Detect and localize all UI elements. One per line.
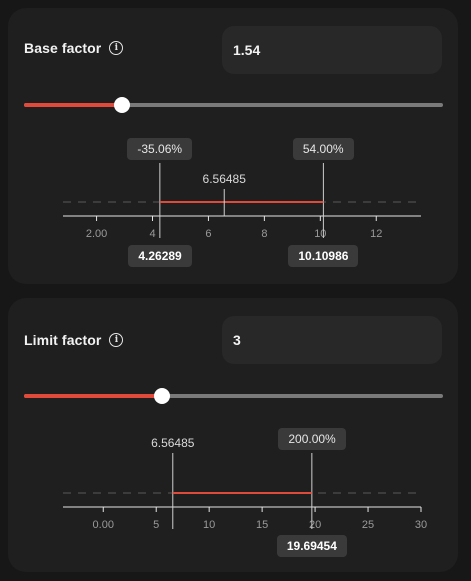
base-tick-label: 2.00: [86, 228, 107, 240]
limit-tick-label: 20: [309, 519, 321, 531]
base-pct-low-tag: -35.06%: [127, 138, 193, 160]
base-tick-label: 8: [261, 228, 267, 240]
limit-tick-label: 25: [362, 519, 374, 531]
base-tick-label: 6: [205, 228, 211, 240]
limit-high-value-text: 19.69454: [286, 539, 337, 553]
base-tick-label: 10: [314, 228, 326, 240]
base-low-value-text: 4.26289: [138, 249, 182, 263]
limit-factor-range-chart: 0.00 5 10 15 20 25 30 6.56485: [63, 436, 427, 531]
limit-high-value-tag: 19.69454: [276, 535, 347, 557]
base-high-value-tag: 10.10986: [288, 245, 359, 267]
base-tick-label: 12: [370, 228, 382, 240]
limit-tick-label: 10: [203, 519, 215, 531]
limit-tick-label: 30: [415, 519, 427, 531]
limit-tick-label: 5: [153, 519, 159, 531]
limit-pct-high-tag: 200.00%: [278, 428, 346, 450]
base-pct-low-text: -35.06%: [137, 142, 183, 156]
limit-tick-label: 15: [256, 519, 268, 531]
base-pct-high-text: 54.00%: [302, 142, 344, 156]
base-factor-panel: Base factor i 1.54 2.00 4 6 8 10 12 6.56485 -3…: [8, 8, 458, 284]
limit-pct-high-text: 200.00%: [288, 432, 336, 446]
base-low-value-tag: 4.26289: [128, 245, 192, 267]
limit-center-value: 6.56485: [151, 436, 195, 450]
base-center-value: 6.56485: [203, 172, 247, 186]
limit-tick-label: 0.00: [93, 519, 114, 531]
limit-factor-panel: Limit factor i 3 0.00 5 10 15 20 25 30 6.56485 …: [8, 298, 458, 572]
base-factor-range-chart: 2.00 4 6 8 10 12 6.56485: [63, 163, 421, 240]
base-tick-label: 4: [149, 228, 155, 240]
base-pct-high-tag: 54.00%: [292, 138, 354, 160]
base-high-value-text: 10.10986: [298, 249, 349, 263]
